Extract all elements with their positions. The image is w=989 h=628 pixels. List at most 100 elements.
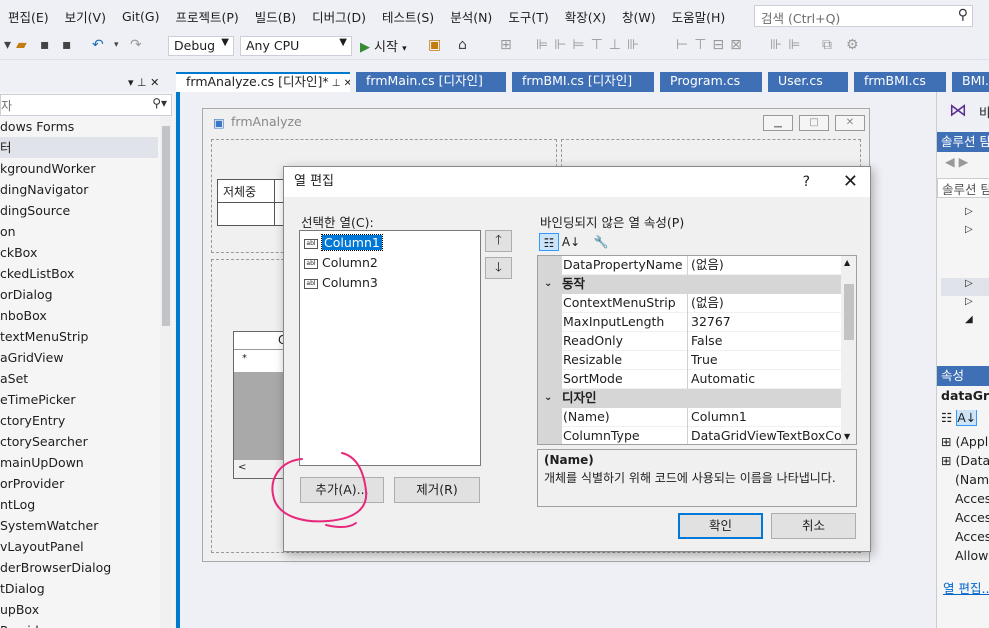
search-input[interactable]: 검색 (Ctrl+Q) ⚲ (754, 5, 973, 27)
toolbox-item[interactable]: ntLog (0, 494, 158, 515)
property-row[interactable]: (Name) Column1 (538, 408, 841, 427)
toolbox-item[interactable]: 터 (0, 137, 158, 158)
tab-1[interactable]: frmMain.cs [디자인] (356, 72, 506, 92)
chevron-down-icon[interactable]: ▼ (844, 432, 850, 441)
tab-4[interactable]: User.cs (768, 72, 848, 92)
property-category[interactable]: ⌄ 디자인 (538, 389, 841, 408)
toolbox-item[interactable]: dingSource (0, 200, 158, 221)
toolbox-item[interactable]: ctoryEntry (0, 410, 158, 431)
toolbox-search-input[interactable]: 자 ⚲▾ (0, 94, 172, 116)
close-icon[interactable]: ✕ (835, 115, 865, 131)
toolbox-group-header[interactable]: dows Forms (0, 116, 158, 137)
chevron-down-icon[interactable]: ▾ (402, 44, 407, 54)
collapse-icon[interactable]: ⌄ (544, 275, 552, 293)
toolbox-item[interactable]: aGridView (0, 347, 158, 368)
data-grid-view[interactable]: C * < (233, 331, 289, 479)
column-list-item[interactable]: abl Column1 (304, 234, 383, 252)
property-value[interactable]: False (691, 332, 841, 350)
chevron-left-icon[interactable]: < (238, 462, 246, 473)
property-row[interactable]: MaxInputLength 32767 (538, 313, 841, 332)
menu-item[interactable]: 보기(V) (57, 7, 114, 26)
property-row[interactable]: SortMode Automatic (538, 370, 841, 389)
menu-item[interactable]: 편집(E) (0, 7, 57, 26)
back-icon[interactable]: ◀ (945, 154, 955, 169)
property-row[interactable]: ColumnTypeDataGridViewTextBoxColum (538, 427, 841, 444)
property-row[interactable]: AllowD (937, 548, 989, 567)
solution-search-input[interactable]: 솔루션 탐 (937, 178, 989, 198)
spacing-icons[interactable]: ⊪⊫ (770, 36, 806, 54)
property-row[interactable]: ReadOnly False (538, 332, 841, 351)
grid-new-row[interactable]: * (234, 350, 288, 372)
toolbox-scrollbar[interactable] (160, 116, 172, 628)
property-value[interactable]: (없음) (691, 256, 841, 274)
start-button[interactable]: ▶ 시작 ▾ (360, 36, 407, 55)
toolbox-item[interactable]: ckedListBox (0, 263, 158, 284)
property-value[interactable]: 32767 (691, 313, 841, 331)
add-column-button[interactable]: 추가(A)... (300, 477, 384, 503)
categorized-icon[interactable]: ☷ (941, 410, 952, 425)
menu-item[interactable]: 빌드(B) (247, 7, 304, 26)
scrollbar-thumb[interactable] (844, 284, 854, 340)
property-value[interactable]: Automatic (691, 370, 841, 388)
property-row[interactable]: ⊞ (Applic (937, 434, 989, 453)
align-icons[interactable]: ⊫⊩⊨⊤⊥⊪ (536, 36, 645, 54)
property-row[interactable]: DataPropertyName (없음) (538, 256, 841, 275)
toolbox-item[interactable]: tDialog (0, 578, 158, 599)
toolbox-item[interactable]: textMenuStrip (0, 326, 158, 347)
menu-item[interactable]: 디버그(D) (304, 7, 374, 26)
chevron-up-icon[interactable]: ▲ (844, 258, 850, 267)
tab-0[interactable]: frmAnalyze.cs [디자인]* ⊥ ✕ (176, 72, 350, 92)
search-icon[interactable]: ⚲ (958, 7, 968, 23)
toolbox-item[interactable]: orDialog (0, 284, 158, 305)
toolbox-item[interactable]: aSet (0, 368, 158, 389)
home-icon[interactable]: ⌂ (458, 36, 467, 54)
toolbox-item[interactable]: kgroundWorker (0, 158, 158, 179)
property-grid[interactable]: ▲ ▼ DataPropertyName (없음) ⌄ 동작 ContextMenuSt… (537, 255, 857, 445)
solution-explorer-title[interactable]: 솔루션 탐 (937, 132, 989, 152)
pin-close-icon[interactable]: ⊥ ✕ (329, 78, 350, 89)
property-row[interactable]: (Name (937, 472, 989, 491)
toolbox-item[interactable]: SystemWatcher (0, 515, 158, 536)
value-cell[interactable] (217, 202, 275, 226)
toolbox-item[interactable]: orProvider (0, 473, 158, 494)
menu-item[interactable]: 도구(T) (500, 7, 556, 26)
redo-icon[interactable]: ↷ (130, 36, 142, 54)
property-row[interactable]: Access (937, 529, 989, 548)
property-value[interactable]: True (691, 351, 841, 369)
size-icons[interactable]: ⊢⊤⊟⊠ (676, 36, 748, 54)
toolbox-item[interactable]: derBrowserDialog (0, 557, 158, 578)
property-value[interactable]: Column1 (691, 408, 841, 426)
properties-title[interactable]: 속성 (937, 366, 989, 386)
close-icon[interactable]: ✕ (843, 167, 858, 197)
menu-item[interactable]: 확장(X) (557, 7, 614, 26)
property-value[interactable]: DataGridViewTextBoxColum (691, 427, 841, 444)
toolbox-item[interactable]: vLayoutPanel (0, 536, 158, 557)
properties-object-name[interactable]: dataGrid (937, 388, 989, 408)
property-row[interactable]: Resizable True (538, 351, 841, 370)
folder-icon[interactable]: ▣ (428, 36, 441, 54)
scrollbar-thumb[interactable] (162, 126, 170, 326)
config-select[interactable]: Debug ▼ (168, 36, 234, 56)
edit-columns-link[interactable]: 열 편집... (937, 578, 989, 598)
move-up-button[interactable]: 🡑 (485, 230, 512, 252)
save-all-icon[interactable]: ▪ (62, 36, 72, 54)
ok-button[interactable]: 확인 (678, 513, 763, 539)
toolbox-item[interactable]: ckBox (0, 242, 158, 263)
expand-icon[interactable]: ▷ (965, 278, 973, 289)
alphabetical-icon[interactable]: A↓ (561, 233, 581, 251)
forward-icon[interactable]: ▶ (959, 154, 969, 169)
pin-dropdown-icon[interactable]: ▾ ⊥ ✕ (128, 76, 159, 89)
label-cell[interactable]: 저체중 (217, 179, 275, 203)
maximize-icon[interactable]: □ (799, 115, 829, 131)
save-icon[interactable]: ▪ (40, 36, 50, 54)
tab-3[interactable]: Program.cs (660, 72, 762, 92)
property-value[interactable]: (없음) (691, 294, 841, 312)
toolbox-item[interactable]: Provider (0, 620, 158, 628)
toolbox-item[interactable]: upBox (0, 599, 158, 620)
expand-icon[interactable]: ⊞ (941, 434, 955, 449)
menu-item[interactable]: Git(G) (114, 9, 168, 24)
lock-icon[interactable]: ⚙ (846, 36, 859, 54)
minimize-icon[interactable]: ▁ (763, 115, 793, 131)
search-icon[interactable]: ⚲▾ (152, 96, 167, 110)
align-grid-icon[interactable]: ⊞ (500, 36, 512, 54)
